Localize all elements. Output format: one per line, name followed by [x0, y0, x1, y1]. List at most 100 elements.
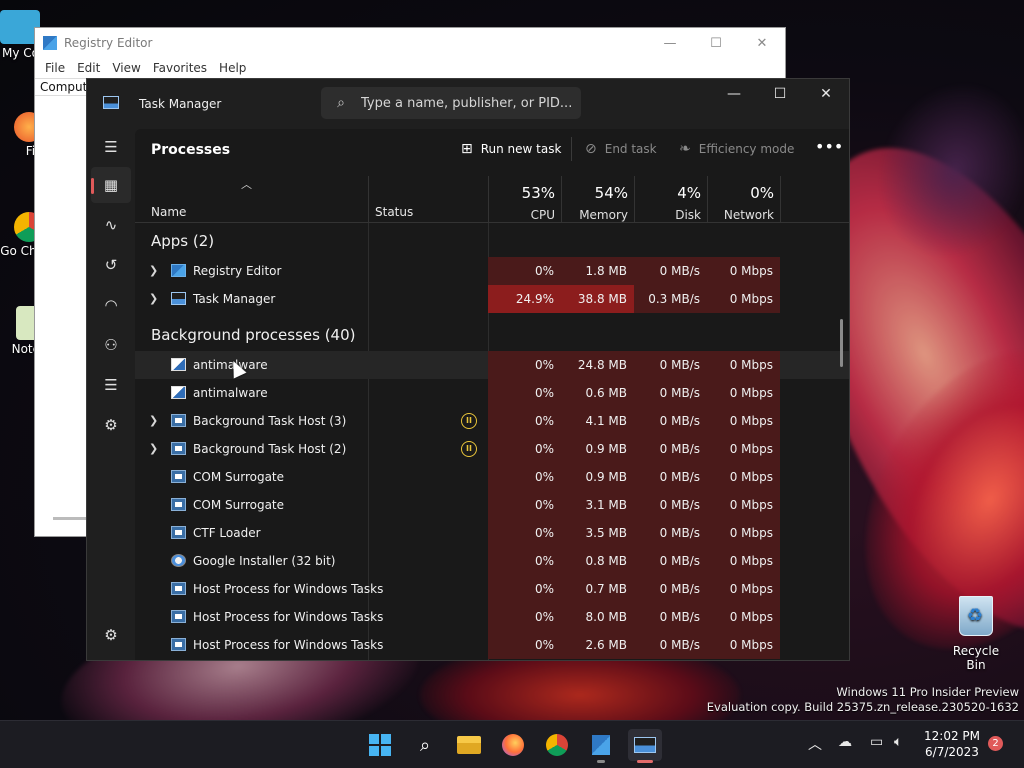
task-manager-taskbar-icon[interactable]	[628, 729, 662, 763]
app-history-nav-icon[interactable]: ↺	[91, 247, 131, 283]
network-cell: 0 Mbps	[707, 631, 780, 659]
maximize-icon[interactable]: ☐	[693, 28, 739, 58]
process-name: COM Surrogate	[193, 470, 285, 484]
disk-cell: 0 MB/s	[634, 491, 707, 519]
app-window-icon	[171, 582, 186, 595]
services-nav-icon[interactable]: ⚙	[91, 407, 131, 443]
process-name: antimalware	[193, 386, 268, 400]
network-cell: 0 Mbps	[707, 603, 780, 631]
chevron-up-icon[interactable]: ︿	[808, 734, 822, 754]
process-row[interactable]: antimalware 0% 0.6 MB 0 MB/s 0 Mbps	[135, 379, 849, 407]
memory-cell: 1.8 MB	[561, 257, 634, 285]
network-disconnected-icon[interactable]: ☁	[838, 734, 852, 750]
desktop-icon-recycle-bin[interactable]: Recycle Bin	[942, 596, 1010, 672]
regedit-tree-pane[interactable]	[39, 98, 87, 528]
network-cell: 0 Mbps	[707, 257, 780, 285]
network-cell: 0 Mbps	[707, 519, 780, 547]
efficiency-mode-button[interactable]: ❧ Efficiency mode	[679, 141, 794, 157]
search-taskbar-icon[interactable]: ⌕	[408, 729, 442, 761]
details-nav-icon[interactable]: ☰	[91, 367, 131, 403]
column-memory[interactable]: 54% Memory	[561, 176, 634, 223]
column-status[interactable]: Status	[375, 205, 413, 219]
display-icon[interactable]: ▭	[870, 734, 883, 750]
process-list: Apps (2) ❯ Registry Editor 0% 1.8 MB 0 MB/s 0…	[135, 223, 849, 659]
settings-gear-icon[interactable]: ⚙	[91, 617, 131, 653]
task-manager-window[interactable]: Task Manager ⌕ — ☐ ✕ ☰ ▦ ∿ ↺ ◠ ⚇ ☰ ⚙ ⚙ P…	[86, 78, 850, 661]
disk-cell: 0 MB/s	[634, 547, 707, 575]
column-network[interactable]: 0% Network	[707, 176, 780, 223]
disk-cell: 0.3 MB/s	[634, 285, 707, 313]
suspended-icon: II	[461, 441, 477, 457]
regedit-taskbar-icon[interactable]	[584, 729, 618, 763]
app-window-icon	[171, 638, 186, 651]
chrome-taskbar-icon[interactable]	[540, 729, 574, 761]
close-icon[interactable]: ✕	[739, 28, 785, 58]
search-box[interactable]: ⌕	[321, 87, 581, 119]
hamburger-menu-icon[interactable]: ☰	[91, 129, 131, 165]
disk-cell: 0 MB/s	[634, 435, 707, 463]
more-options-icon[interactable]: •••	[815, 137, 843, 156]
file-explorer-icon[interactable]	[452, 729, 486, 761]
firefox-taskbar-icon[interactable]	[496, 729, 530, 761]
run-new-task-button[interactable]: ⊞ Run new task	[461, 141, 561, 157]
sort-ascending-icon[interactable]: ︿	[241, 176, 252, 192]
efficiency-mode-label: Efficiency mode	[698, 142, 795, 156]
process-row[interactable]: CTF Loader 0% 3.5 MB 0 MB/s 0 Mbps	[135, 519, 849, 547]
startup-apps-nav-icon[interactable]: ◠	[91, 287, 131, 323]
task-manager-titlebar[interactable]: Task Manager ⌕ — ☐ ✕	[87, 79, 849, 129]
minimize-icon[interactable]: —	[647, 28, 693, 58]
process-name: Background Task Host (3)	[193, 414, 347, 428]
column-cpu[interactable]: 53% CPU	[488, 176, 561, 223]
column-disk[interactable]: 4% Disk	[634, 176, 707, 223]
column-name[interactable]: Name	[151, 205, 186, 219]
menu-favorites[interactable]: Favorites	[147, 61, 213, 75]
notification-badge[interactable]: 2	[988, 736, 1003, 751]
process-name: Task Manager	[193, 292, 276, 306]
process-row[interactable]: ❯ Background Task Host (3) II 0% 4.1 MB 0 MB/…	[135, 407, 849, 435]
regedit-icon	[171, 264, 186, 277]
cpu-cell: 0%	[488, 547, 561, 575]
process-row[interactable]: ❯ Background Task Host (2) II 0% 0.9 MB 0 MB/…	[135, 435, 849, 463]
processes-nav-icon[interactable]: ▦	[91, 167, 131, 203]
disk-total: 4%	[677, 184, 701, 202]
column-header: ︿ Name Status 53% CPU 54% Memory 4% Disk	[135, 176, 849, 223]
process-row[interactable]: COM Surrogate 0% 0.9 MB 0 MB/s 0 Mbps	[135, 463, 849, 491]
expand-chevron-icon[interactable]: ❯	[149, 264, 158, 277]
process-row[interactable]: Host Process for Windows Tasks 0% 0.7 MB 0 …	[135, 575, 849, 603]
end-task-button[interactable]: ⊘ End task	[585, 141, 657, 157]
start-button[interactable]	[363, 729, 397, 761]
vertical-scrollbar[interactable]	[840, 319, 843, 367]
network-cell: 0 Mbps	[707, 547, 780, 575]
menu-file[interactable]: File	[39, 61, 71, 75]
users-nav-icon[interactable]: ⚇	[91, 327, 131, 363]
cpu-cell: 0%	[488, 631, 561, 659]
expand-chevron-icon[interactable]: ❯	[149, 292, 158, 305]
process-row[interactable]: Host Process for Windows Tasks 0% 2.6 MB 0 …	[135, 631, 849, 659]
taskbar-clock[interactable]: 12:02 PM 6/7/2023	[918, 728, 986, 760]
command-separator	[571, 137, 572, 161]
memory-cell: 0.8 MB	[561, 547, 634, 575]
expand-chevron-icon[interactable]: ❯	[149, 442, 158, 455]
app-window-icon	[171, 442, 186, 455]
search-input[interactable]	[361, 95, 571, 111]
process-row[interactable]: Google Installer (32 bit) 0% 0.8 MB 0 MB/s 0…	[135, 547, 849, 575]
process-row[interactable]: COM Surrogate 0% 3.1 MB 0 MB/s 0 Mbps	[135, 491, 849, 519]
google-installer-icon	[171, 554, 186, 567]
network-label: Network	[723, 208, 774, 222]
process-row[interactable]: Host Process for Windows Tasks 0% 8.0 MB 0 …	[135, 603, 849, 631]
memory-cell: 38.8 MB	[561, 285, 634, 313]
cpu-total: 53%	[521, 184, 555, 202]
minimize-icon[interactable]: —	[711, 79, 757, 109]
menu-help[interactable]: Help	[213, 61, 252, 75]
process-row[interactable]: ❯ Registry Editor 0% 1.8 MB 0 MB/s 0 Mbps	[135, 257, 849, 285]
expand-chevron-icon[interactable]: ❯	[149, 414, 158, 427]
disk-cell: 0 MB/s	[634, 519, 707, 547]
volume-icon[interactable]: 🔈︎	[894, 734, 902, 750]
memory-cell: 2.6 MB	[561, 631, 634, 659]
close-icon[interactable]: ✕	[803, 79, 849, 109]
performance-nav-icon[interactable]: ∿	[91, 207, 131, 243]
menu-edit[interactable]: Edit	[71, 61, 106, 75]
maximize-icon[interactable]: ☐	[757, 79, 803, 109]
process-row[interactable]: ❯ Task Manager 24.9% 38.8 MB 0.3 MB/s 0 Mbps	[135, 285, 849, 313]
menu-view[interactable]: View	[106, 61, 146, 75]
